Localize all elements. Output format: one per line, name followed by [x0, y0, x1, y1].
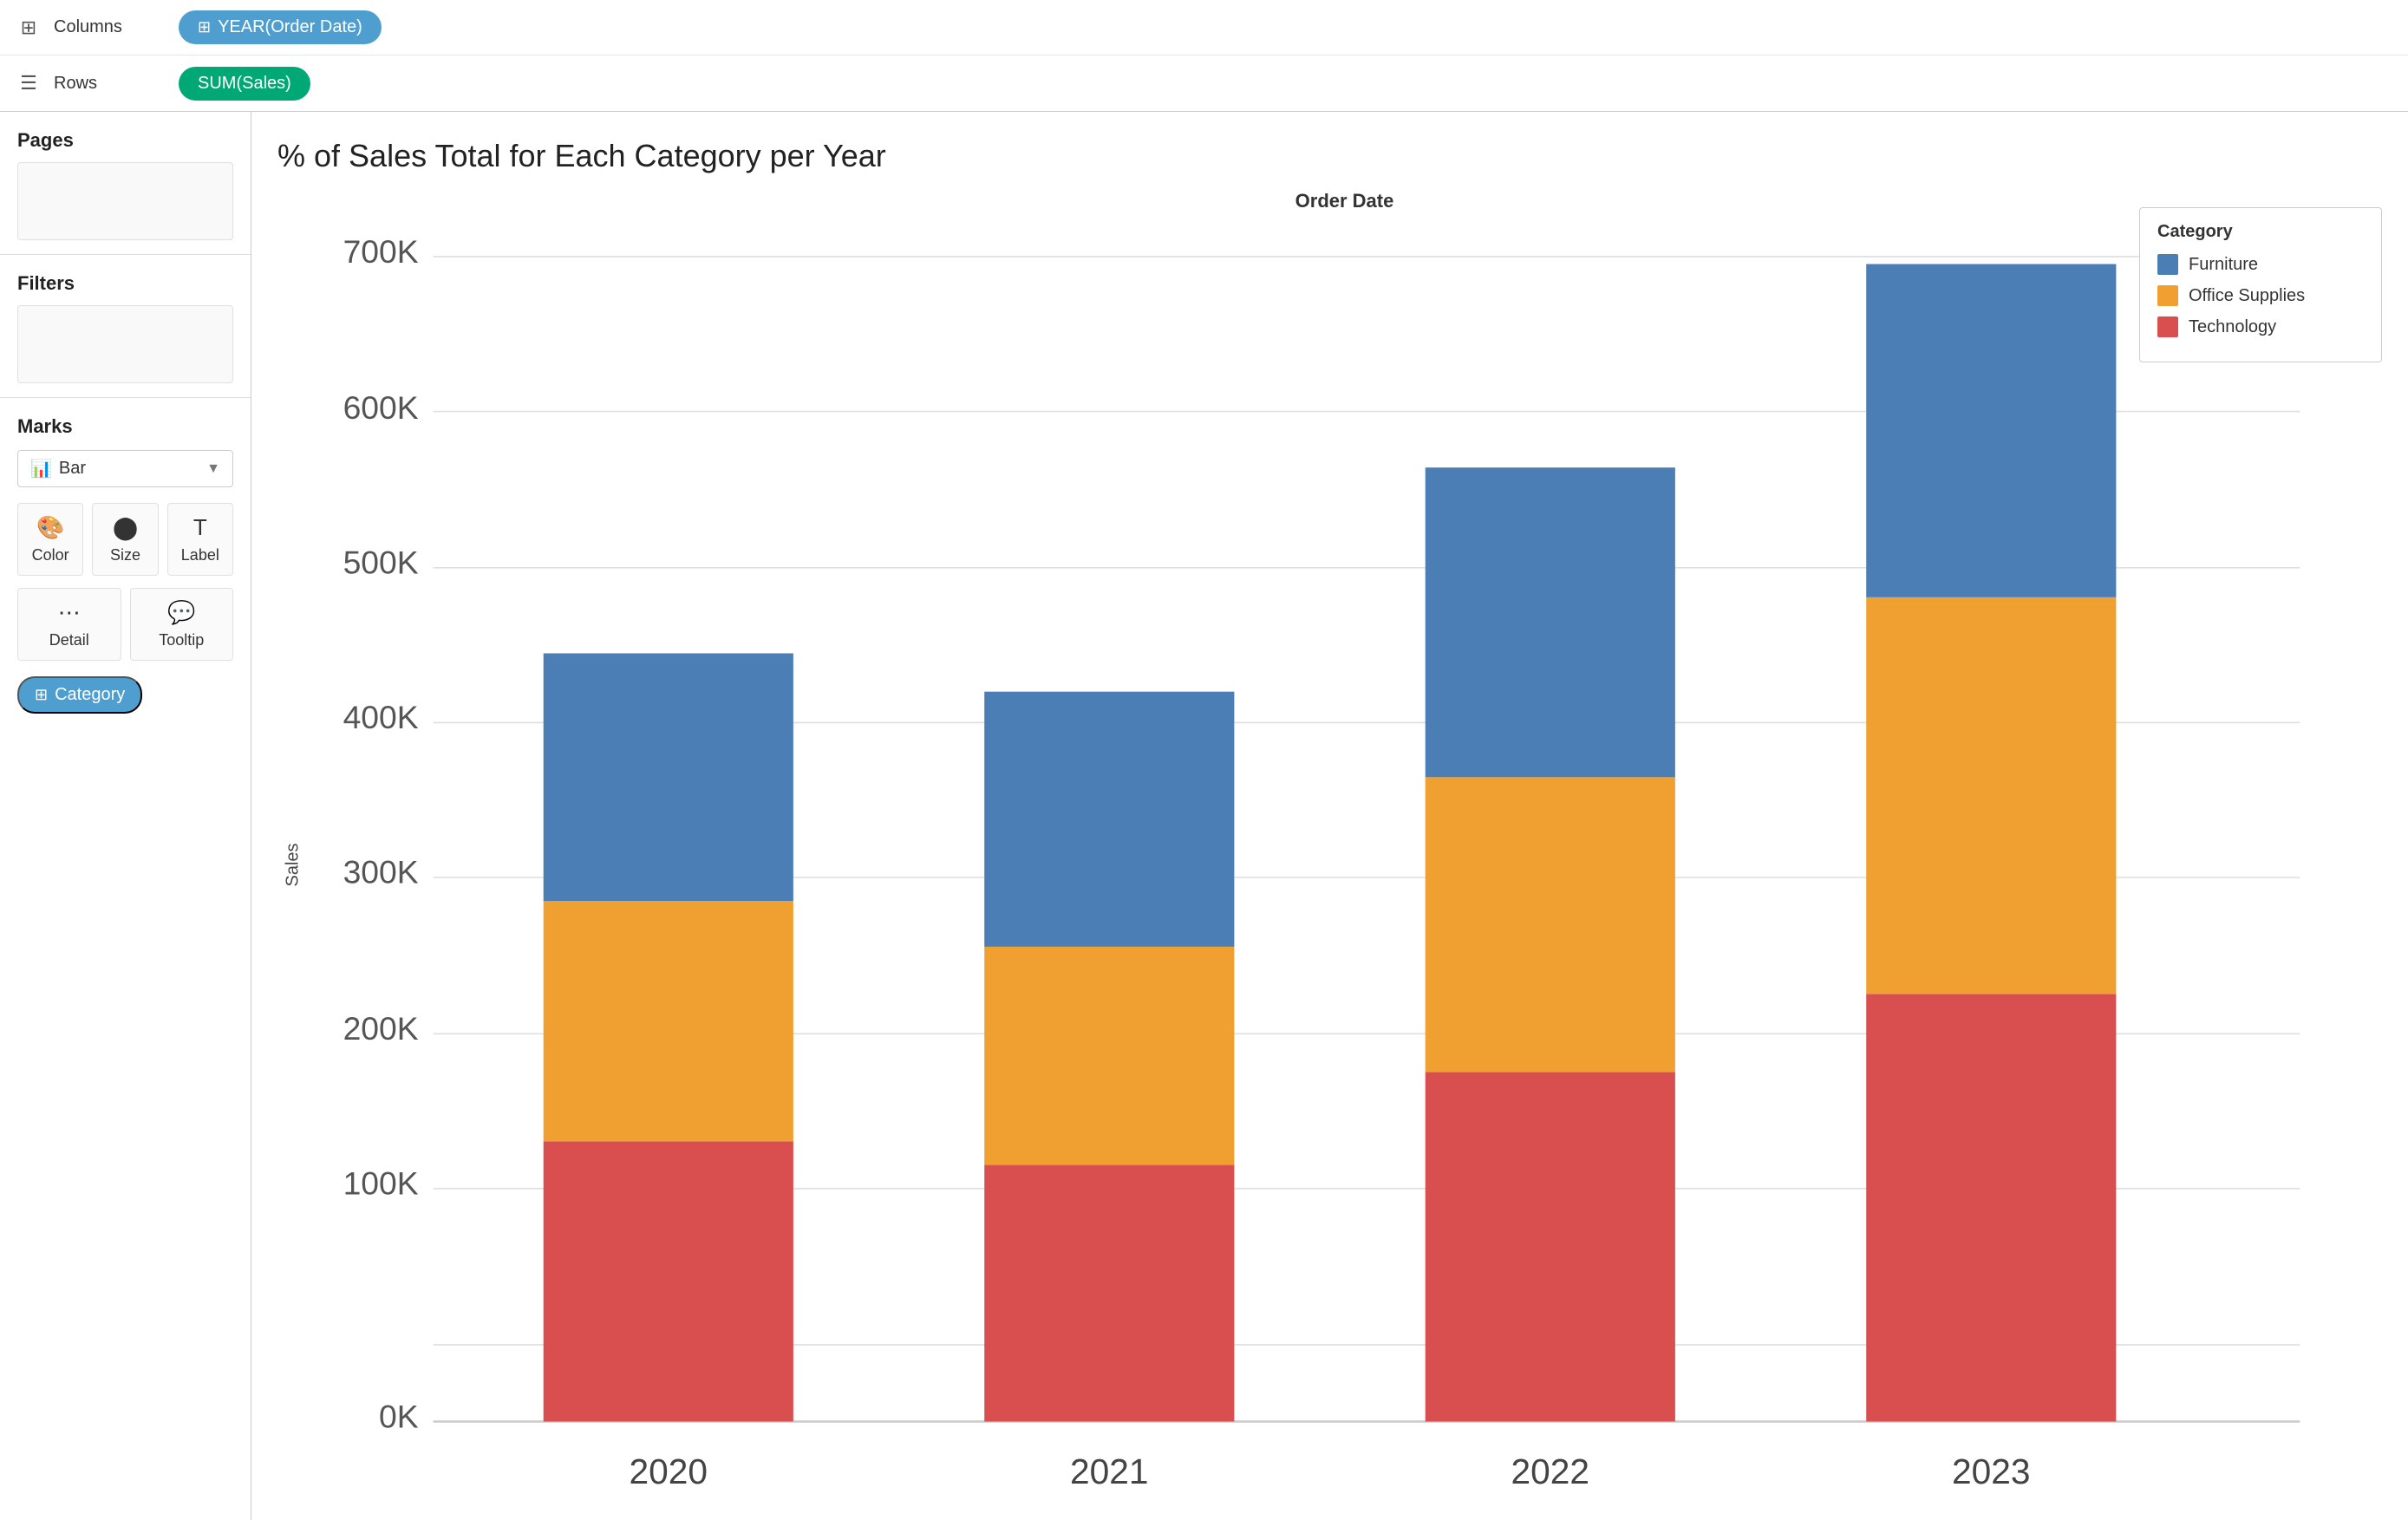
columns-pill-icon: ⊞	[198, 18, 211, 36]
rows-icon: ☰	[16, 72, 42, 95]
marks-buttons-row2: ⋯ Detail 💬 Tooltip	[17, 588, 233, 661]
svg-text:100K: 100K	[343, 1165, 419, 1202]
pages-body	[17, 162, 233, 240]
marks-section: Marks 📊 Bar ▼ 🎨 Color ⬤ Size T Label	[0, 398, 251, 1520]
bar-2023-furniture[interactable]	[1866, 264, 2116, 597]
svg-text:2023: 2023	[1952, 1452, 2030, 1491]
svg-text:400K: 400K	[343, 699, 419, 735]
tooltip-icon: 💬	[167, 599, 195, 626]
shelf-area: ⊞ Columns ⊞ YEAR(Order Date) ☰ Rows SUM(…	[0, 0, 2408, 112]
rows-pill[interactable]: SUM(Sales)	[179, 67, 310, 101]
rows-label: Rows	[54, 74, 166, 94]
y-axis-label: Sales	[277, 190, 309, 1520]
svg-text:200K: 200K	[343, 1010, 419, 1047]
color-icon: 🎨	[36, 514, 64, 541]
marks-type-dropdown[interactable]: 📊 Bar ▼	[17, 450, 233, 487]
chart-inner: Order Date	[316, 190, 2373, 1520]
category-pill-container: ⊞ Category	[17, 676, 233, 714]
svg-text:700K: 700K	[343, 233, 419, 270]
svg-text:0K: 0K	[379, 1398, 419, 1434]
filters-title: Filters	[17, 272, 233, 295]
svg-text:2022: 2022	[1511, 1452, 1589, 1491]
chart-wrapper: Sales Order Date	[277, 190, 2373, 1520]
size-icon: ⬤	[113, 514, 138, 541]
legend-label-technology: Technology	[2189, 317, 2276, 337]
legend-item-furniture: Furniture	[2157, 254, 2364, 275]
label-button[interactable]: T Label	[167, 503, 233, 576]
bar-2020-technology[interactable]	[544, 1141, 793, 1421]
legend-item-technology: Technology	[2157, 316, 2364, 337]
legend-color-furniture	[2157, 254, 2178, 275]
legend-label-furniture: Furniture	[2189, 255, 2258, 275]
filters-body	[17, 305, 233, 383]
tooltip-button[interactable]: 💬 Tooltip	[130, 588, 234, 661]
dropdown-arrow-icon: ▼	[206, 461, 220, 477]
bar-2021-furniture[interactable]	[984, 692, 1234, 947]
legend-label-office-supplies: Office Supplies	[2189, 286, 2305, 306]
legend-color-technology	[2157, 316, 2178, 337]
legend-item-office-supplies: Office Supplies	[2157, 285, 2364, 306]
detail-button[interactable]: ⋯ Detail	[17, 588, 121, 661]
chart-title: % of Sales Total for Each Category per Y…	[277, 138, 2373, 174]
legend-color-office-supplies	[2157, 285, 2178, 306]
category-pill[interactable]: ⊞ Category	[17, 676, 142, 714]
bar-2022-furniture[interactable]	[1426, 467, 1675, 777]
pages-section: Pages	[0, 112, 251, 255]
bar-chart-icon: 📊	[30, 458, 52, 479]
columns-icon: ⊞	[16, 16, 42, 39]
bar-2023-office[interactable]	[1866, 597, 2116, 994]
chart-svg: 700K 600K 500K 400K 300K 200K 100K 0K	[316, 212, 2373, 1520]
main-layout: Pages Filters Marks 📊 Bar ▼ 🎨 Color ⬤	[0, 112, 2408, 1520]
bar-2021-technology[interactable]	[984, 1165, 1234, 1422]
chart-svg-container: 700K 600K 500K 400K 300K 200K 100K 0K	[316, 212, 2373, 1520]
pages-title: Pages	[17, 129, 233, 152]
label-icon: T	[193, 514, 207, 541]
bar-2020-office[interactable]	[544, 901, 793, 1141]
svg-text:500K: 500K	[343, 545, 419, 581]
category-pill-icon: ⊞	[35, 686, 48, 704]
bar-2022-office[interactable]	[1426, 777, 1675, 1072]
svg-text:2020: 2020	[630, 1452, 708, 1491]
legend-title: Category	[2157, 222, 2364, 242]
svg-text:600K: 600K	[343, 389, 419, 426]
svg-text:300K: 300K	[343, 854, 419, 890]
left-sidebar: Pages Filters Marks 📊 Bar ▼ 🎨 Color ⬤	[0, 112, 251, 1520]
color-button[interactable]: 🎨 Color	[17, 503, 83, 576]
detail-icon: ⋯	[58, 599, 81, 626]
columns-label: Columns	[54, 17, 166, 37]
legend: Category Furniture Office Supplies Techn…	[2139, 207, 2382, 362]
marks-type-label: Bar	[59, 459, 199, 479]
marks-title: Marks	[17, 415, 233, 438]
size-button[interactable]: ⬤ Size	[92, 503, 158, 576]
columns-shelf: ⊞ Columns ⊞ YEAR(Order Date)	[0, 0, 2408, 55]
bar-2021-office[interactable]	[984, 947, 1234, 1165]
bar-2023-technology[interactable]	[1866, 994, 2116, 1421]
bar-2022-technology[interactable]	[1426, 1072, 1675, 1421]
chart-x-title: Order Date	[316, 190, 2373, 212]
marks-buttons-row1: 🎨 Color ⬤ Size T Label	[17, 503, 233, 576]
svg-text:2021: 2021	[1070, 1452, 1148, 1491]
rows-shelf: ☰ Rows SUM(Sales)	[0, 55, 2408, 111]
chart-area: % of Sales Total for Each Category per Y…	[251, 112, 2408, 1520]
filters-section: Filters	[0, 255, 251, 398]
bar-2020-furniture[interactable]	[544, 653, 793, 901]
columns-pill[interactable]: ⊞ YEAR(Order Date)	[179, 10, 382, 44]
